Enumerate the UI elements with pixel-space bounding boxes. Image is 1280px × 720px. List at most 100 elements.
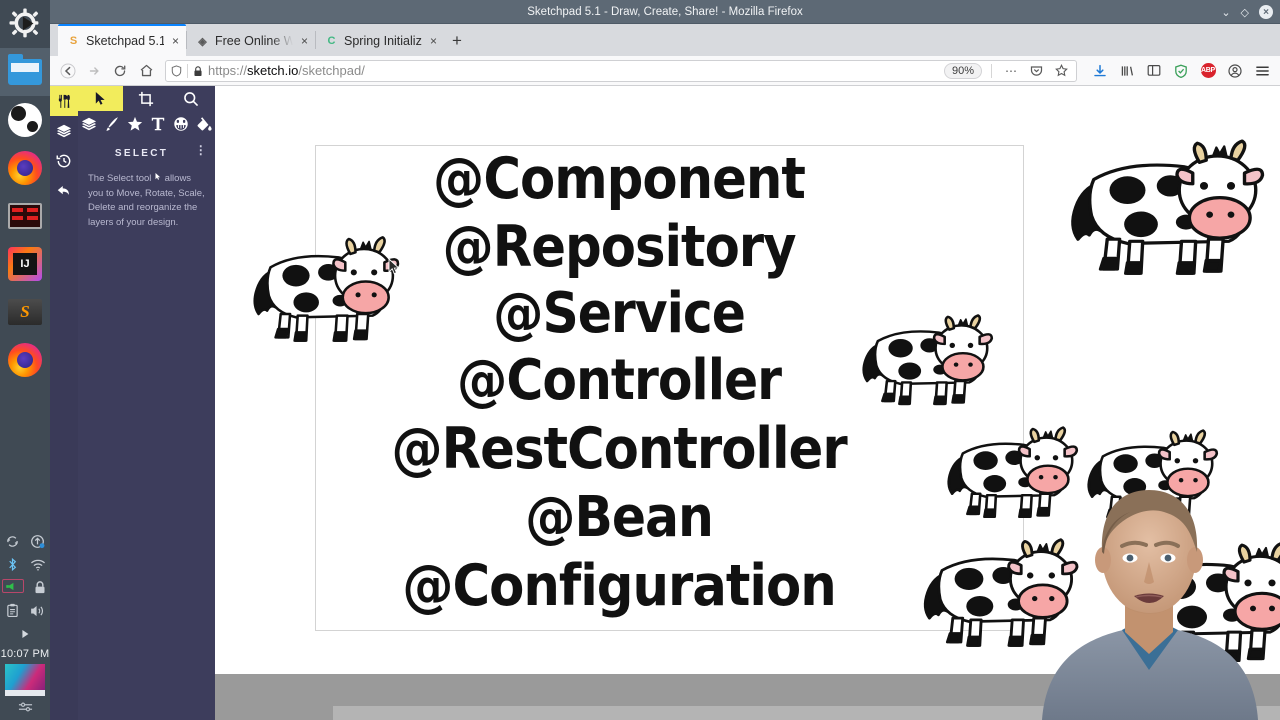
layers-rail-icon[interactable] bbox=[50, 116, 78, 146]
tab-spring-initializr[interactable]: C Spring Initializr × bbox=[316, 26, 444, 56]
new-tab-button[interactable]: + bbox=[444, 26, 470, 56]
tools-rail-icon[interactable] bbox=[50, 86, 78, 116]
sublime-icon: S bbox=[7, 294, 43, 330]
forward-button[interactable] bbox=[82, 59, 106, 83]
tab-favicon-whiteboard: ◈ bbox=[198, 35, 207, 48]
tracking-protection-shield-icon[interactable] bbox=[171, 64, 182, 77]
library-icon[interactable] bbox=[1115, 59, 1139, 83]
url-divider bbox=[991, 63, 992, 78]
tab-close-icon[interactable]: × bbox=[301, 34, 308, 48]
mouse-cursor bbox=[388, 257, 400, 276]
firefox-window: Sketchpad 5.1 - Draw, Create, Share! - M… bbox=[50, 0, 1280, 720]
bookmark-star-icon[interactable] bbox=[1051, 61, 1071, 81]
zoom-level-indicator[interactable]: 90% bbox=[943, 62, 982, 79]
sticker-tool[interactable] bbox=[169, 111, 192, 136]
dock-item-terminal[interactable] bbox=[0, 192, 50, 240]
privacy-shield-icon[interactable] bbox=[1169, 59, 1193, 83]
page-actions-icon[interactable]: ⋯ bbox=[1001, 61, 1021, 81]
tab-strip: S Sketchpad 5.1 × ◈ Free Online Wh × C S… bbox=[50, 24, 1280, 56]
zoom-tool[interactable] bbox=[168, 86, 213, 111]
sketchpad-panel-header: SELECT ⋮ bbox=[78, 142, 215, 164]
back-button[interactable] bbox=[56, 59, 80, 83]
shape-tool[interactable] bbox=[124, 111, 147, 136]
cursor-glyph-icon bbox=[154, 172, 162, 187]
downloads-icon[interactable] bbox=[1088, 59, 1112, 83]
firefox-dev-icon bbox=[7, 342, 43, 378]
home-button[interactable] bbox=[134, 59, 158, 83]
lock-icon[interactable] bbox=[32, 579, 49, 596]
tab-close-icon[interactable]: × bbox=[172, 34, 179, 48]
tab-close-icon[interactable]: × bbox=[430, 34, 437, 48]
volume-icon[interactable] bbox=[29, 602, 46, 619]
window-title: Sketchpad 5.1 - Draw, Create, Share! - M… bbox=[527, 5, 803, 18]
clipboard-icon[interactable] bbox=[4, 602, 21, 619]
brush-tool[interactable] bbox=[101, 111, 124, 136]
display-icon[interactable] bbox=[1, 579, 24, 593]
url-text[interactable]: https://sketch.io/sketchpad/ bbox=[208, 63, 365, 78]
wifi-icon[interactable] bbox=[29, 556, 46, 573]
close-button[interactable]: × bbox=[1259, 5, 1273, 19]
minimize-button[interactable]: ⌄ bbox=[1221, 6, 1230, 19]
lock-icon[interactable] bbox=[193, 65, 203, 77]
obs-icon bbox=[7, 102, 43, 138]
dock-item-firefox-dev[interactable] bbox=[0, 336, 50, 384]
sync-icon[interactable] bbox=[4, 533, 21, 550]
reload-button[interactable] bbox=[108, 59, 132, 83]
dock-item-sublime-text[interactable]: S bbox=[0, 288, 50, 336]
intellij-icon bbox=[7, 246, 43, 282]
panel-title: SELECT bbox=[114, 147, 169, 159]
sketchpad-panel-description: The Select tool allows you to Move, Rota… bbox=[88, 172, 205, 231]
dock-item-file-manager[interactable] bbox=[0, 48, 50, 96]
tab-sketchpad[interactable]: S Sketchpad 5.1 × bbox=[58, 24, 186, 56]
panel-description-pre: The Select tool bbox=[88, 173, 152, 184]
dock-item-obs-studio[interactable] bbox=[0, 96, 50, 144]
system-tray: 10:07 PM bbox=[0, 530, 50, 720]
layers-tool[interactable] bbox=[78, 111, 101, 136]
sidebar-icon[interactable] bbox=[1142, 59, 1166, 83]
tab-favicon-sketchpad: S bbox=[69, 35, 78, 47]
os-dock: S bbox=[0, 0, 50, 720]
url-divider bbox=[187, 63, 188, 78]
clock[interactable]: 10:07 PM bbox=[0, 645, 50, 664]
terminal-icon bbox=[7, 198, 43, 234]
webcam-overlay bbox=[1018, 474, 1280, 720]
tab-favicon-spring: C bbox=[327, 35, 336, 47]
crop-tool[interactable] bbox=[123, 86, 168, 111]
tool-row-secondary bbox=[78, 111, 215, 136]
account-icon[interactable] bbox=[1223, 59, 1247, 83]
app-menu-icon[interactable] bbox=[1250, 59, 1274, 83]
page-content: @Component @Repository @Service @Control… bbox=[50, 86, 1280, 720]
tab-free-online-whiteboard[interactable]: ◈ Free Online Wh × bbox=[187, 26, 315, 56]
dock-item-intellij-idea[interactable] bbox=[0, 240, 50, 288]
updates-icon[interactable] bbox=[29, 533, 46, 550]
fill-tool[interactable] bbox=[192, 111, 215, 136]
sketchpad-canvas[interactable] bbox=[315, 145, 1024, 631]
panel-settings-icon[interactable] bbox=[0, 696, 50, 716]
navigation-toolbar: https://sketch.io/sketchpad/ 90% ⋯ ABP bbox=[50, 56, 1280, 86]
dock-item-firefox[interactable] bbox=[0, 144, 50, 192]
kde-logo-icon bbox=[7, 6, 43, 42]
tab-label: Sketchpad 5.1 bbox=[86, 34, 164, 48]
panel-menu-icon[interactable]: ⋮ bbox=[195, 144, 209, 156]
url-bar[interactable]: https://sketch.io/sketchpad/ 90% ⋯ bbox=[165, 59, 1077, 82]
screen: S bbox=[0, 0, 1280, 720]
tab-label: Free Online Wh bbox=[215, 34, 293, 48]
folder-icon bbox=[7, 54, 43, 90]
undo-rail-icon[interactable] bbox=[50, 176, 78, 206]
adblock-plus-icon[interactable]: ABP bbox=[1196, 59, 1220, 83]
media-play-icon[interactable] bbox=[17, 625, 34, 642]
pocket-icon[interactable] bbox=[1026, 61, 1046, 81]
maximize-button[interactable]: ◇ bbox=[1241, 6, 1249, 19]
history-rail-icon[interactable] bbox=[50, 146, 78, 176]
tool-row-primary bbox=[78, 86, 215, 111]
tab-label: Spring Initializr bbox=[344, 34, 422, 48]
sketchpad-tool-grid: SELECT ⋮ The Select tool allows you to M… bbox=[78, 86, 215, 231]
select-tool[interactable] bbox=[78, 86, 123, 111]
sketchpad-tool-panel: SELECT ⋮ The Select tool allows you to M… bbox=[50, 86, 215, 720]
window-controls: ⌄ ◇ × bbox=[1221, 0, 1273, 24]
bluetooth-icon[interactable] bbox=[4, 556, 21, 573]
dock-item-kde-menu[interactable] bbox=[0, 0, 50, 48]
firefox-icon bbox=[7, 150, 43, 186]
text-tool[interactable] bbox=[146, 111, 169, 136]
desktop-preview-thumbnail[interactable] bbox=[5, 664, 45, 696]
